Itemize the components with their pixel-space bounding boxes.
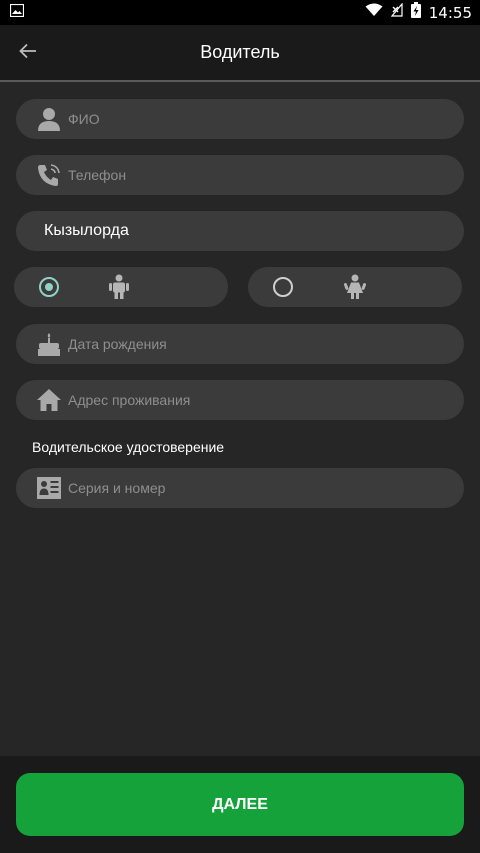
address-field[interactable]: Адрес проживания — [16, 380, 464, 420]
back-button[interactable] — [10, 33, 46, 73]
status-left — [0, 3, 25, 22]
wifi-icon — [365, 3, 383, 22]
male-radio[interactable] — [39, 277, 59, 297]
status-right: 14:55 — [365, 2, 480, 23]
license-number-field[interactable]: Серия и номер — [16, 468, 464, 508]
app-bar: Водитель — [0, 25, 480, 82]
cake-icon — [33, 329, 65, 359]
no-signal-icon — [390, 2, 403, 22]
driver-form: ФИО Телефон Кызылорда Дата рождения Адре… — [0, 82, 480, 756]
birth-date-placeholder: Дата рождения — [68, 336, 167, 352]
person-icon — [33, 104, 65, 134]
image-icon — [9, 3, 25, 22]
female-radio[interactable] — [273, 277, 293, 297]
address-placeholder: Адрес проживания — [68, 392, 191, 408]
id-card-icon — [33, 473, 65, 503]
phone-field[interactable]: Телефон — [16, 155, 464, 195]
license-number-placeholder: Серия и номер — [68, 480, 166, 496]
status-bar: 14:55 — [0, 0, 480, 25]
next-button[interactable]: ДАЛЕЕ — [16, 773, 464, 836]
gender-male-option[interactable] — [14, 267, 228, 307]
battery-charging-icon — [410, 2, 421, 23]
gender-female-option[interactable] — [248, 267, 462, 307]
full-name-placeholder: ФИО — [68, 111, 100, 127]
arrow-left-icon — [18, 41, 38, 66]
phone-icon — [33, 160, 65, 190]
female-icon — [342, 274, 368, 300]
birth-date-field[interactable]: Дата рождения — [16, 324, 464, 364]
bottom-action-bar: ДАЛЕЕ — [0, 756, 480, 853]
phone-placeholder: Телефон — [68, 167, 127, 183]
license-section-label: Водительское удостоверение — [32, 439, 225, 455]
city-field[interactable]: Кызылорда — [16, 211, 464, 251]
male-icon — [106, 274, 132, 300]
city-value: Кызылорда — [44, 222, 129, 239]
status-time: 14:55 — [428, 3, 472, 22]
home-icon — [33, 385, 65, 415]
page-title: Водитель — [200, 42, 280, 62]
full-name-field[interactable]: ФИО — [16, 99, 464, 139]
